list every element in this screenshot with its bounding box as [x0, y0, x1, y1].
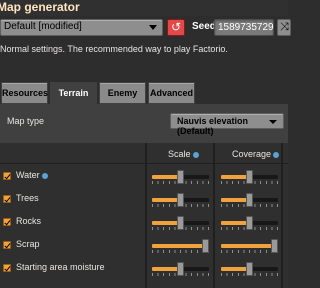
coverage-header-label: Coverage	[232, 149, 272, 159]
starting-area-moisture-checkbox[interactable]	[3, 264, 11, 272]
header-divider	[0, 163, 288, 164]
seed-input[interactable]: 1589735729	[214, 19, 274, 36]
seed-value: 1589735729	[218, 22, 274, 33]
shuffle-icon: ⤨	[280, 21, 289, 33]
shuffle-seed-button[interactable]: ⤨	[277, 19, 291, 36]
slider-thumb[interactable]	[246, 262, 253, 276]
slider-thumb[interactable]	[246, 216, 253, 230]
table-row: Trees	[0, 189, 288, 212]
row-label: Water	[16, 170, 48, 180]
window-title: Map generator	[0, 0, 80, 14]
slider-thumb[interactable]	[177, 216, 184, 230]
table-row: Scrap	[0, 235, 288, 258]
info-icon[interactable]	[192, 151, 199, 158]
map-type-value: Nauvis elevation (Default)	[177, 116, 249, 136]
trees-scale-slider[interactable]	[152, 193, 209, 209]
scrap-scale-slider[interactable]	[152, 239, 209, 255]
rocks-checkbox[interactable]	[3, 218, 11, 226]
scrap-label: Scrap	[16, 239, 40, 249]
coverage-column-header: Coverage	[232, 149, 280, 159]
reset-button[interactable]: ↺	[167, 19, 185, 36]
rocks-scale-slider[interactable]	[152, 216, 209, 232]
table-row: Starting area moisture	[0, 258, 288, 281]
trees-checkbox[interactable]	[3, 195, 11, 203]
slider-thumb[interactable]	[177, 262, 184, 276]
starting-area-moisture-coverage-slider[interactable]	[221, 262, 278, 278]
slider-thumb[interactable]	[177, 170, 184, 184]
water-label: Water	[16, 170, 40, 180]
scrap-coverage-slider[interactable]	[221, 239, 278, 255]
slider-thumb[interactable]	[202, 239, 209, 253]
water-checkbox[interactable]	[3, 172, 11, 180]
trees-label: Trees	[16, 193, 39, 203]
map-type-label: Map type	[7, 116, 45, 126]
starting-area-moisture-scale-slider[interactable]	[152, 262, 209, 278]
table-row: Water	[0, 166, 288, 189]
scrap-checkbox[interactable]	[3, 241, 11, 249]
scale-header-label: Scale	[168, 149, 191, 159]
tab-resources[interactable]: Resources	[1, 82, 48, 104]
slider-thumb[interactable]	[177, 193, 184, 207]
chevron-down-icon	[149, 25, 157, 30]
info-icon[interactable]	[41, 172, 48, 179]
seed-label: Seed	[192, 21, 216, 32]
preset-description: Normal settings. The recommended way to …	[0, 44, 228, 54]
slider-thumb[interactable]	[246, 193, 253, 207]
chevron-down-icon	[269, 120, 277, 124]
scale-column-header: Scale	[168, 149, 199, 159]
trees-coverage-slider[interactable]	[221, 193, 278, 209]
table-row: Rocks	[0, 212, 288, 235]
slider-thumb[interactable]	[246, 170, 253, 184]
info-icon[interactable]	[273, 151, 280, 158]
preset-dropdown-value: Default [modified]	[4, 21, 82, 32]
title-bar: Map generator	[0, 0, 288, 16]
tab-terrain[interactable]: Terrain	[50, 82, 97, 106]
water-coverage-slider[interactable]	[221, 170, 278, 186]
map-type-dropdown[interactable]: Nauvis elevation (Default)	[170, 113, 284, 136]
rocks-label: Rocks	[16, 216, 42, 226]
water-scale-slider[interactable]	[152, 170, 209, 186]
preset-row: Default [modified] ↺ Seed 1589735729 ⤨	[0, 18, 291, 36]
reset-icon: ↺	[170, 20, 182, 34]
tab-advanced[interactable]: Advanced	[148, 82, 195, 104]
settings-tabs: Resources Terrain Enemy Advanced	[0, 82, 288, 106]
slider-thumb[interactable]	[271, 239, 278, 253]
rocks-coverage-slider[interactable]	[221, 216, 278, 232]
tab-enemy[interactable]: Enemy	[99, 82, 146, 104]
preset-dropdown[interactable]: Default [modified]	[0, 19, 163, 36]
starting-area-moisture-label: Starting area moisture	[16, 262, 105, 272]
